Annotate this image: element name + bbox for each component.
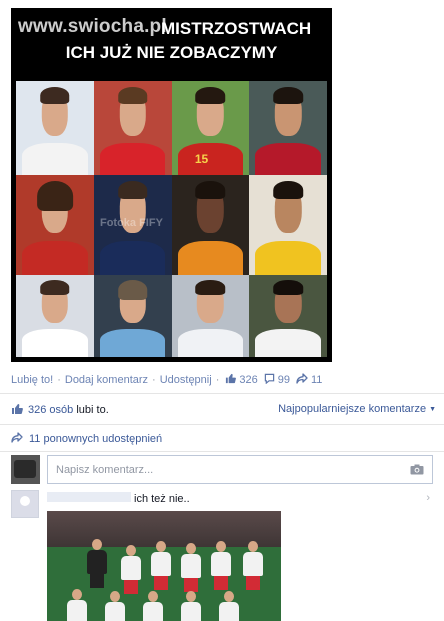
camera-icon[interactable] xyxy=(410,464,424,475)
share-count[interactable]: 11 xyxy=(311,374,322,386)
comment-bubble-icon xyxy=(264,373,275,387)
facebook-post: www.swiocha.pl MISTRZOSTWACH ICH JUŻ NIE… xyxy=(0,0,444,621)
post-action-bar: Lubię to! · Dodaj komentarz · Udostępnij… xyxy=(11,373,323,387)
like-link[interactable]: Lubię to! xyxy=(11,374,53,386)
comment-sort-label: Najpopularniejsze komentarze xyxy=(278,403,427,415)
commenter-name-blurred[interactable] xyxy=(47,492,131,502)
user-avatar[interactable] xyxy=(11,455,40,484)
share-arrow-icon xyxy=(296,373,308,387)
player-photo xyxy=(249,275,327,357)
thumbs-up-icon xyxy=(225,373,237,387)
divider xyxy=(0,451,444,452)
player-photo xyxy=(16,81,94,175)
player-photo xyxy=(171,175,250,275)
comment-sort-dropdown[interactable]: Najpopularniejsze komentarze ▼ xyxy=(278,403,436,415)
player-photo: Fotoka FIFY xyxy=(93,175,172,275)
comment-input[interactable]: Napisz komentarz... xyxy=(47,455,433,484)
add-comment-link[interactable]: Dodaj komentarz xyxy=(65,374,148,386)
comment-composer: Napisz komentarz... xyxy=(11,455,433,485)
divider xyxy=(0,393,444,394)
comment-attached-photo[interactable] xyxy=(47,511,281,621)
player-photo xyxy=(16,175,94,275)
divider xyxy=(0,424,444,425)
likes-people-link[interactable]: osób xyxy=(49,404,73,416)
chevron-right-icon[interactable]: › xyxy=(426,492,430,504)
blurred-area xyxy=(284,525,434,601)
player-photo-grid: 15 Fotoka FIFY xyxy=(16,81,327,357)
player-photo xyxy=(249,81,327,175)
likes-suffix: lubi to. xyxy=(76,404,109,416)
comment-input-placeholder: Napisz komentarz... xyxy=(56,463,154,476)
likes-count-link[interactable]: 326 xyxy=(28,404,46,416)
comment-text: ich też nie.. xyxy=(134,493,190,505)
shares-text: 11 ponownych udostępnień xyxy=(29,433,163,445)
player-photo xyxy=(93,81,172,175)
player-photo xyxy=(93,275,172,357)
player-photo: 15 xyxy=(171,81,250,175)
faint-watermark: Fotoka FIFY xyxy=(99,217,163,229)
player-photo xyxy=(171,275,250,357)
caret-down-icon: ▼ xyxy=(429,406,436,413)
thumbs-up-icon xyxy=(11,403,23,418)
comment-count[interactable]: 99 xyxy=(278,374,290,386)
likes-summary: 326 osób lubi to. Najpopularniejsze kome… xyxy=(11,403,436,417)
player-photo xyxy=(249,175,327,275)
commenter-avatar[interactable] xyxy=(11,490,39,518)
like-count[interactable]: 326 xyxy=(239,374,257,386)
watermark-text: www.swiocha.pl xyxy=(18,16,167,37)
post-image[interactable]: www.swiocha.pl MISTRZOSTWACH ICH JUŻ NIE… xyxy=(11,8,332,362)
share-arrow-icon xyxy=(11,432,23,446)
headline-line2: ICH JUŻ NIE ZOBACZYMY xyxy=(65,43,278,62)
share-link[interactable]: Udostępnij xyxy=(160,374,212,386)
shares-summary[interactable]: 11 ponownych udostępnień xyxy=(11,432,162,446)
headline-line1: MISTRZOSTWACH xyxy=(161,19,312,38)
player-photo xyxy=(16,275,94,357)
